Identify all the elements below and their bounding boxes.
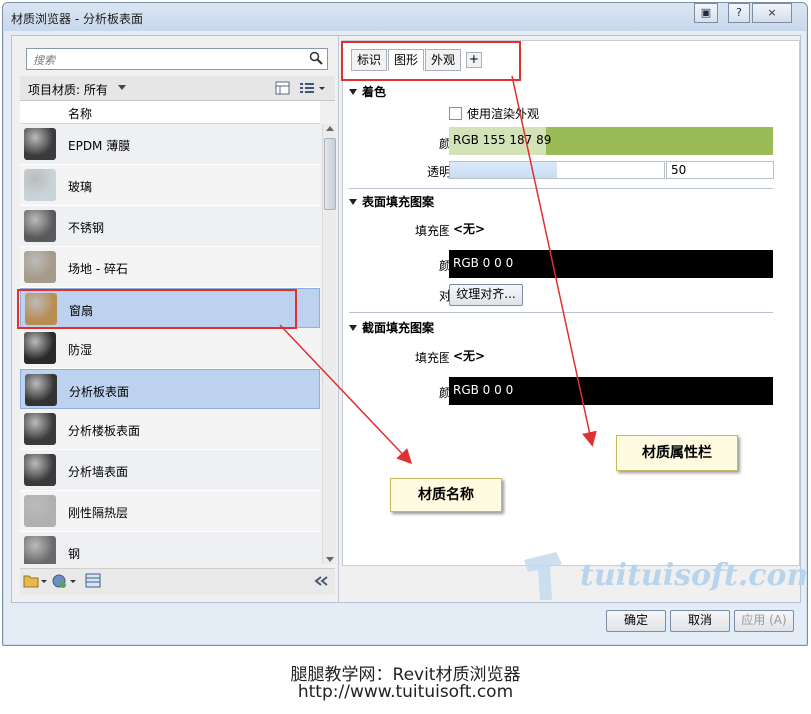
callout-material-properties: 材质属性栏 (616, 435, 738, 471)
caption-url: http://www.tuituisoft.com (297, 682, 514, 702)
arrow-to-properties (511, 75, 597, 447)
arrow-to-name (279, 324, 413, 465)
callout-material-name: 材质名称 (390, 478, 502, 512)
annotation-arrows (279, 75, 597, 465)
